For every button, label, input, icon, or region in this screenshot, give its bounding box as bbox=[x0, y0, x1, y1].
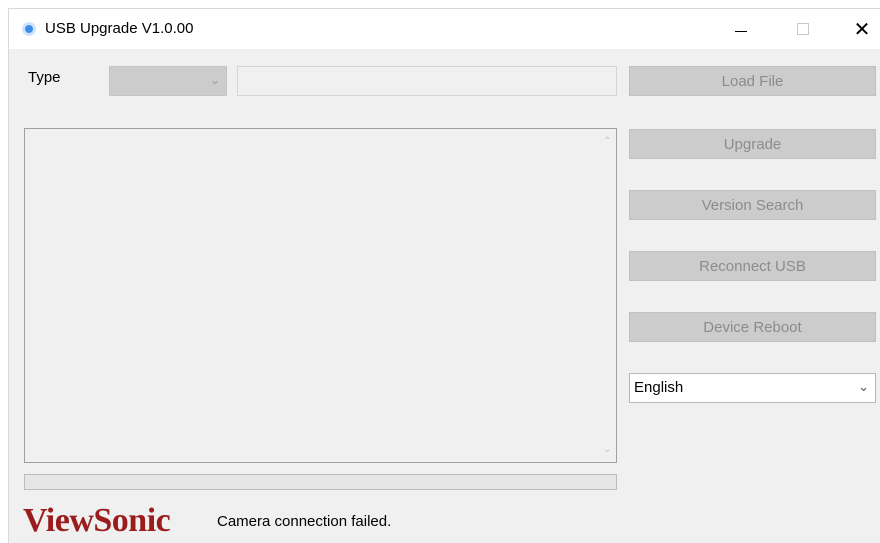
type-dropdown[interactable]: ⌄ bbox=[109, 66, 227, 96]
chevron-down-icon[interactable]: ⌄ bbox=[599, 441, 616, 458]
load-file-button[interactable]: Load File bbox=[629, 66, 876, 96]
close-button[interactable]: ✕ bbox=[839, 9, 880, 49]
type-label: Type bbox=[28, 69, 61, 86]
version-search-button[interactable]: Version Search bbox=[629, 190, 876, 220]
status-text: Camera connection failed. bbox=[217, 513, 392, 530]
reconnect-usb-button[interactable]: Reconnect USB bbox=[629, 251, 876, 281]
upgrade-button[interactable]: Upgrade bbox=[629, 129, 876, 159]
app-disc-icon bbox=[22, 22, 36, 36]
chevron-down-icon: ⌄ bbox=[858, 379, 869, 394]
maximize-icon bbox=[797, 23, 809, 35]
app-window: USB Upgrade V1.0.00 ✕ Type ⌄ Load File U… bbox=[8, 8, 880, 543]
minimize-button[interactable] bbox=[718, 9, 764, 49]
language-value: English bbox=[634, 379, 684, 396]
maximize-button[interactable] bbox=[780, 9, 826, 49]
file-path-field[interactable] bbox=[237, 66, 617, 96]
window-title: USB Upgrade V1.0.00 bbox=[45, 20, 194, 37]
log-scrollbar[interactable]: ⌃ ⌄ bbox=[599, 129, 616, 462]
minimize-icon bbox=[735, 30, 747, 32]
progress-bar bbox=[24, 474, 617, 490]
chevron-down-icon: ⌄ bbox=[209, 73, 220, 87]
device-reboot-button[interactable]: Device Reboot bbox=[629, 312, 876, 342]
log-textarea[interactable]: ⌃ ⌄ bbox=[24, 128, 617, 463]
chevron-up-icon[interactable]: ⌃ bbox=[599, 133, 616, 150]
language-select[interactable]: English ⌄ bbox=[629, 373, 876, 403]
viewsonic-logo: ViewSonic bbox=[23, 502, 171, 539]
title-bar[interactable]: USB Upgrade V1.0.00 ✕ bbox=[9, 9, 880, 49]
close-icon: ✕ bbox=[853, 18, 871, 41]
